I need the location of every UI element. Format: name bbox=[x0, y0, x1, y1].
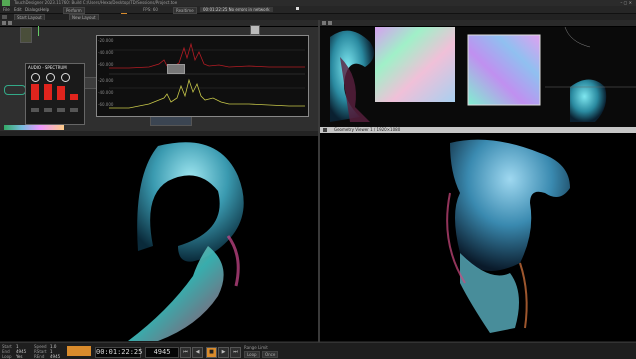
menu-bar: File Edit Dialogs Help Perform FPS: 60 R… bbox=[0, 6, 636, 17]
pane-menu-icon[interactable] bbox=[2, 21, 6, 25]
render-preview bbox=[330, 27, 636, 123]
range-once-toggle[interactable]: Once bbox=[262, 351, 279, 358]
step-back-button[interactable]: ◀ bbox=[192, 347, 203, 358]
frame-field[interactable]: 4945 bbox=[145, 347, 179, 358]
window-title: TouchDesigner 2023.11760: Build C:/Users… bbox=[14, 0, 178, 5]
mute-button-2[interactable] bbox=[44, 108, 52, 112]
fps-readout: FPS: 60 bbox=[143, 7, 158, 12]
viewer-menu-icon[interactable] bbox=[323, 128, 327, 132]
wire bbox=[38, 26, 39, 36]
pane-up-icon[interactable] bbox=[8, 21, 12, 25]
pane2-up-icon[interactable] bbox=[328, 21, 332, 25]
pane2-menu-icon[interactable] bbox=[322, 21, 326, 25]
timeline-accent bbox=[67, 346, 91, 356]
render-output-left bbox=[128, 142, 244, 341]
spectrum-plot bbox=[109, 42, 305, 109]
fader-3[interactable] bbox=[57, 86, 65, 100]
knob-3-icon[interactable] bbox=[61, 73, 70, 82]
operator-node-small[interactable] bbox=[250, 25, 260, 35]
pane-divider-vertical[interactable] bbox=[318, 20, 320, 342]
cursor-icon bbox=[296, 7, 299, 10]
fader-2[interactable] bbox=[44, 84, 52, 100]
go-end-button[interactable]: ⏭ bbox=[230, 347, 241, 358]
graph-tooltip bbox=[167, 64, 185, 74]
mute-button-4[interactable] bbox=[70, 108, 78, 112]
mute-button-1[interactable] bbox=[31, 108, 39, 112]
go-start-button[interactable]: ⏮ bbox=[180, 347, 191, 358]
menu-dialogs[interactable]: Dialogs bbox=[25, 7, 40, 12]
color-ramp bbox=[4, 125, 64, 130]
home-icon[interactable] bbox=[2, 15, 7, 19]
stop-button[interactable]: ■ bbox=[206, 347, 217, 358]
timecode-display[interactable]: 00:01:22:25 bbox=[95, 347, 142, 358]
audio-mixer-panel[interactable]: AUDIO · SPECTRUM bbox=[25, 63, 85, 125]
status-value: 4945 bbox=[50, 354, 61, 359]
mute-button-3[interactable] bbox=[57, 108, 65, 112]
fader-4[interactable] bbox=[70, 94, 78, 100]
bottom-right-viewer[interactable] bbox=[320, 133, 636, 341]
wire-loop bbox=[4, 85, 26, 95]
knob-2-icon[interactable] bbox=[46, 73, 55, 82]
status-label: REnd bbox=[34, 354, 45, 359]
bottom-left-viewer[interactable] bbox=[0, 136, 318, 341]
top-right-viewer[interactable] bbox=[320, 27, 636, 127]
spectrum-viewer: -20.000 -40.000 -60.000 -20.000 -40.000 … bbox=[96, 35, 309, 117]
render-output-right bbox=[446, 139, 570, 333]
status-label: Loop bbox=[2, 354, 12, 359]
viewer-title: Geometry Viewer 1 / 1920×1080 bbox=[334, 127, 401, 132]
pane-divider-horizontal[interactable] bbox=[0, 131, 318, 136]
knob-1-icon[interactable] bbox=[31, 73, 40, 82]
play-button[interactable]: ▶ bbox=[218, 347, 229, 358]
window-controls[interactable]: – ▢ ✕ bbox=[620, 0, 632, 5]
status-field: 00:01:22:25 No errors in network bbox=[200, 7, 273, 12]
range-limit-label: Range Limit bbox=[244, 345, 268, 350]
menu-help[interactable]: Help bbox=[40, 7, 49, 12]
fader-1[interactable] bbox=[31, 84, 39, 100]
realtime-toggle[interactable]: Realtime bbox=[173, 7, 197, 14]
operator-node[interactable] bbox=[20, 27, 32, 43]
status-value: Yes bbox=[16, 354, 23, 359]
mixer-title: AUDIO · SPECTRUM bbox=[28, 65, 67, 70]
menu-file[interactable]: File bbox=[3, 7, 10, 12]
range-loop-toggle[interactable]: Loop bbox=[244, 351, 260, 358]
perform-button[interactable]: Perform bbox=[63, 7, 85, 14]
menu-edit[interactable]: Edit bbox=[14, 7, 22, 12]
